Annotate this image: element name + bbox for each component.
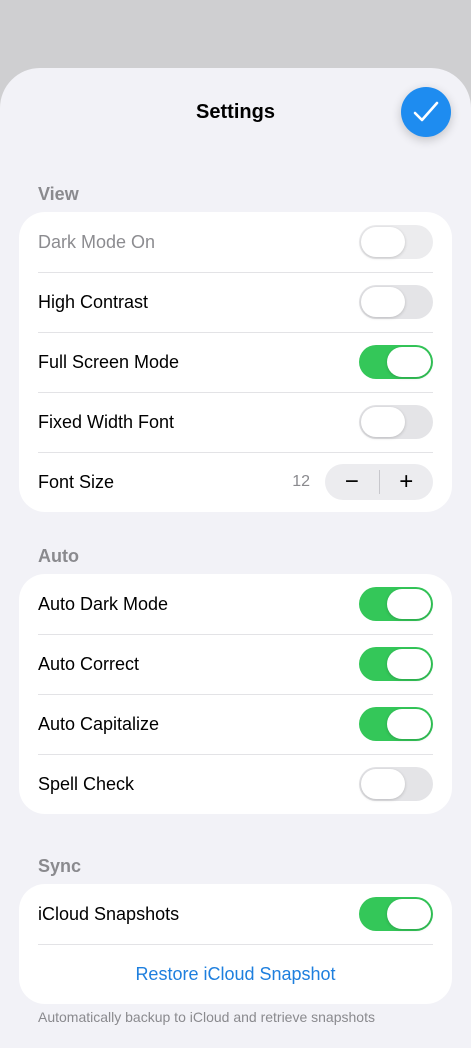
sync-group: iCloud Snapshots Restore iCloud Snapshot (19, 884, 452, 1004)
full-screen-label: Full Screen Mode (38, 351, 180, 372)
done-button[interactable] (401, 87, 451, 137)
auto-dark-label: Auto Dark Mode (38, 593, 169, 614)
fixed-width-row: Fixed Width Font (19, 392, 452, 452)
icloud-snapshots-row: iCloud Snapshots (19, 884, 452, 944)
spell-check-row: Spell Check (19, 754, 452, 814)
high-contrast-toggle[interactable] (359, 285, 433, 319)
spell-check-label: Spell Check (38, 773, 135, 794)
decrease-font-button[interactable]: − (325, 464, 379, 500)
settings-sheet: Settings View Dark Mode On High Contrast… (0, 68, 471, 1048)
auto-capitalize-row: Auto Capitalize (19, 694, 452, 754)
font-size-value: 12 (292, 473, 310, 490)
auto-dark-row: Auto Dark Mode (19, 574, 452, 634)
auto-capitalize-toggle[interactable] (359, 707, 433, 741)
auto-capitalize-label: Auto Capitalize (38, 713, 160, 734)
icloud-snapshots-label: iCloud Snapshots (38, 903, 180, 924)
section-header-view: View (38, 184, 79, 204)
high-contrast-row: High Contrast (19, 272, 452, 332)
high-contrast-label: High Contrast (38, 291, 149, 312)
dark-mode-row: Dark Mode On (19, 212, 452, 272)
auto-correct-label: Auto Correct (38, 653, 140, 674)
full-screen-row: Full Screen Mode (19, 332, 452, 392)
increase-font-button[interactable]: + (379, 464, 433, 500)
auto-correct-row: Auto Correct (19, 634, 452, 694)
view-group: Dark Mode On High Contrast Full Screen M… (19, 212, 452, 512)
fixed-width-label: Fixed Width Font (38, 411, 175, 432)
checkmark-icon (413, 101, 439, 122)
full-screen-toggle[interactable] (359, 345, 433, 379)
spell-check-toggle[interactable] (359, 767, 433, 801)
auto-group: Auto Dark Mode Auto Correct Auto Capital… (19, 574, 452, 814)
dark-mode-toggle[interactable] (359, 225, 433, 259)
icloud-snapshots-toggle[interactable] (359, 897, 433, 931)
dark-mode-label: Dark Mode On (38, 231, 156, 252)
auto-dark-toggle[interactable] (359, 587, 433, 621)
section-header-sync: Sync (38, 856, 82, 876)
sync-footer-note: Automatically backup to iCloud and retri… (38, 1009, 375, 1025)
restore-snapshot-row[interactable]: Restore iCloud Snapshot (19, 944, 452, 1004)
font-size-row: Font Size 12 − + (19, 452, 452, 512)
font-size-label: Font Size (38, 471, 115, 492)
restore-snapshot-link[interactable]: Restore iCloud Snapshot (135, 964, 335, 985)
font-size-stepper: − + (325, 464, 433, 500)
auto-correct-toggle[interactable] (359, 647, 433, 681)
section-header-auto: Auto (38, 546, 79, 566)
fixed-width-toggle[interactable] (359, 405, 433, 439)
